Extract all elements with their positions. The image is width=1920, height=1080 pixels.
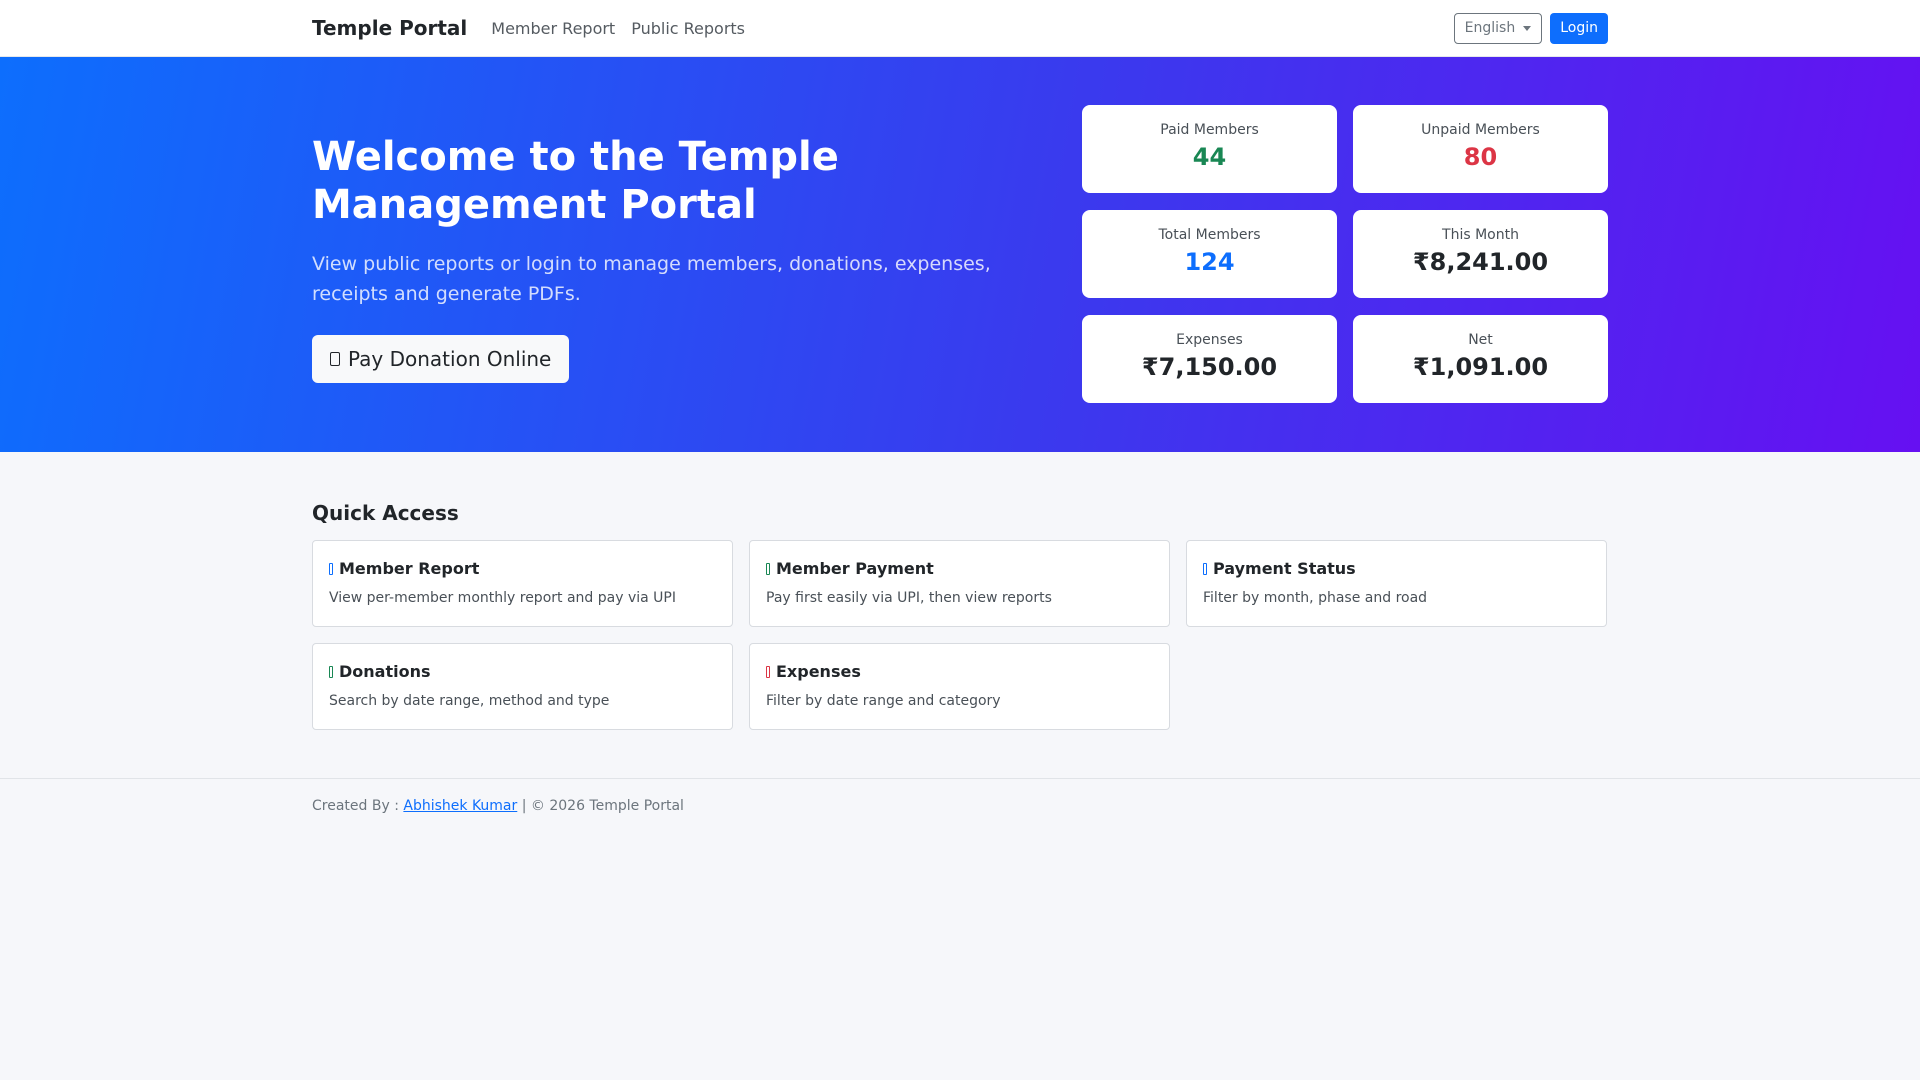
author-link[interactable]: Abhishek Kumar (403, 798, 517, 814)
brand-logo[interactable]: Temple Portal (312, 16, 467, 40)
footer-prefix: Created By : (312, 798, 404, 814)
card-title: Member Report (339, 559, 480, 578)
stat-card-this-month: This Month ₹8,241.00 (1353, 210, 1608, 298)
language-label: English (1464, 20, 1516, 36)
footer: Created By : Abhishek Kumar | © 2026 Tem… (0, 778, 1920, 814)
card-header: Donations (329, 662, 716, 681)
nav-link-public-reports[interactable]: Public Reports (631, 19, 745, 38)
navbar: Temple Portal Member Report Public Repor… (0, 0, 1920, 57)
stat-value: 124 (1184, 248, 1235, 276)
card-title: Member Payment (776, 559, 934, 578)
card-title: Donations (339, 662, 431, 681)
stat-value: 80 (1463, 143, 1498, 171)
language-dropdown[interactable]: English (1453, 12, 1543, 44)
login-button[interactable]: Login (1550, 12, 1608, 44)
card-header: Member Payment (766, 559, 1153, 578)
stat-label: Unpaid Members (1421, 122, 1540, 138)
card-description: Filter by date range and category (766, 693, 1001, 709)
hero-text: Welcome to the Temple Management Portal … (312, 57, 1032, 452)
quick-access-title: Quick Access (312, 501, 459, 525)
card-description: Filter by month, phase and road (1203, 590, 1428, 606)
stat-card-net: Net ₹1,091.00 (1353, 315, 1608, 403)
quick-access-payment-status[interactable]: Payment Status Filter by month, phase an… (1186, 540, 1607, 627)
nav-actions: English Login (1453, 12, 1608, 44)
stat-value: ₹8,241.00 (1412, 248, 1549, 276)
nav-link-member-report[interactable]: Member Report (491, 19, 615, 38)
pay-donation-label: Pay Donation Online (348, 347, 552, 371)
stat-value: ₹7,150.00 (1141, 353, 1278, 381)
main-content: Quick Access Member Report View per-memb… (312, 501, 1608, 730)
footer-copyright: | © 2026 Temple Portal (517, 798, 684, 814)
wallet-icon (766, 562, 770, 575)
hero-title: Welcome to the Temple Management Portal (312, 134, 839, 228)
stat-label: Paid Members (1160, 122, 1259, 138)
quick-access-member-payment[interactable]: Member Payment Pay first easily via UPI,… (749, 540, 1170, 627)
card-title: Payment Status (1213, 559, 1356, 578)
caret-down-icon (1523, 25, 1532, 31)
card-description: Pay first easily via UPI, then view repo… (766, 590, 1052, 606)
quick-access-donations[interactable]: Donations Search by date range, method a… (312, 643, 733, 730)
hero-subtitle: View public reports or login to manage m… (312, 253, 991, 305)
card-description: View per-member monthly report and pay v… (329, 590, 676, 606)
stat-card-total-members: Total Members 124 (1082, 210, 1337, 298)
footer-text: Created By : Abhishek Kumar | © 2026 Tem… (312, 779, 1608, 814)
card-description: Search by date range, method and type (329, 693, 610, 709)
card-header: Payment Status (1203, 559, 1590, 578)
stat-value: ₹1,091.00 (1412, 353, 1549, 381)
stat-label: Expenses (1176, 332, 1243, 348)
stat-card-paid-members: Paid Members 44 (1082, 105, 1337, 193)
quick-access-member-report[interactable]: Member Report View per-member monthly re… (312, 540, 733, 627)
cash-icon (329, 665, 333, 678)
stat-card-expenses: Expenses ₹7,150.00 (1082, 315, 1337, 403)
card-header: Expenses (766, 662, 1153, 681)
pay-donation-button[interactable]: Pay Donation Online (312, 335, 570, 383)
quick-access-grid: Member Report View per-member monthly re… (312, 540, 1608, 730)
stat-label: Net (1468, 332, 1493, 348)
list-check-icon (1203, 562, 1207, 575)
quick-access-expenses[interactable]: Expenses Filter by date range and catego… (749, 643, 1170, 730)
person-icon (329, 562, 333, 575)
stat-label: This Month (1442, 227, 1519, 243)
receipt-icon (766, 665, 770, 678)
card-header: Member Report (329, 559, 716, 578)
stat-label: Total Members (1158, 227, 1261, 243)
stat-card-unpaid-members: Unpaid Members 80 (1353, 105, 1608, 193)
card-title: Expenses (776, 662, 861, 681)
stat-value: 44 (1192, 143, 1227, 171)
stats-grid: Paid Members 44 Unpaid Members 80 Total … (1082, 105, 1608, 403)
heart-icon (330, 352, 340, 366)
hero-section: Welcome to the Temple Management Portal … (0, 57, 1920, 452)
